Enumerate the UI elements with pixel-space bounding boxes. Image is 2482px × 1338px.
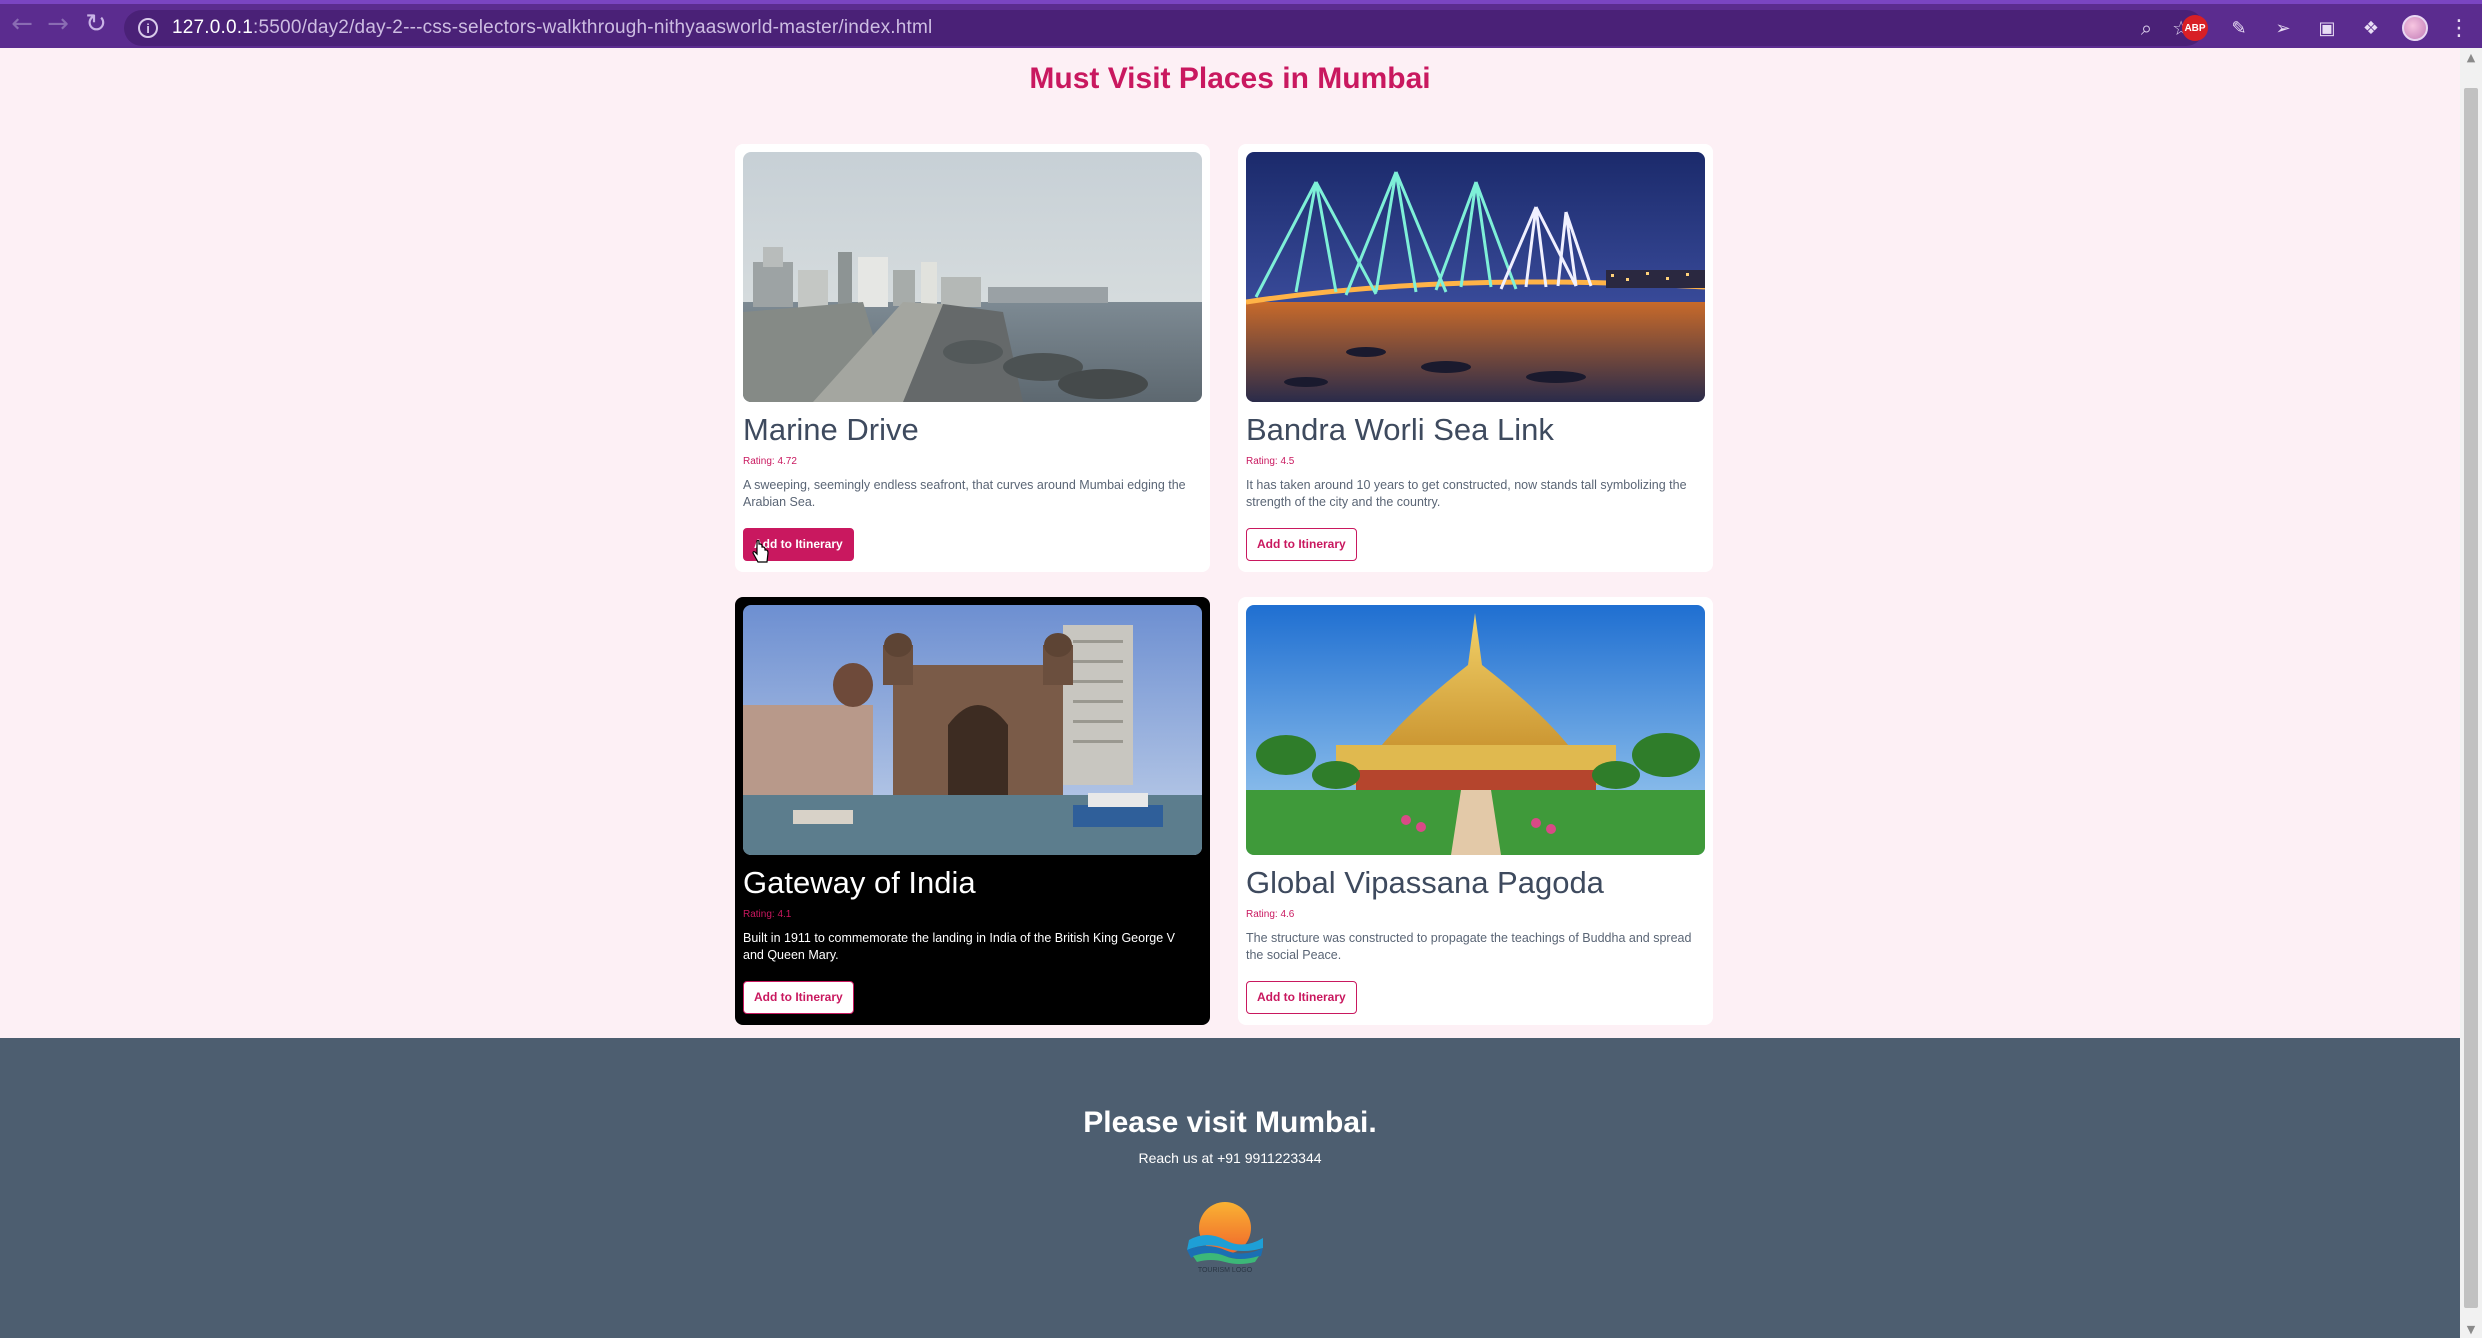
logo-text: TOURISM LOGO [1197, 1267, 1253, 1274]
footer: Please visit Mumbai. Reach us at +91 991… [0, 1038, 2460, 1338]
screenshot-extension-icon[interactable]: ▣ [2314, 15, 2340, 41]
card-description: The structure was constructed to propaga… [1246, 931, 1692, 962]
card-global-vipassana-pagoda: Global Vipassana Pagoda Rating: 4.6 The … [1238, 597, 1713, 1025]
scroll-up-icon[interactable]: ▲ [2460, 48, 2482, 66]
card-description: A sweeping, seemingly endless seafront, … [743, 478, 1186, 509]
page-scrollbar[interactable]: ▲ ▼ [2460, 48, 2482, 1338]
add-to-itinerary-button[interactable]: Add to Itinerary [1246, 981, 1357, 1014]
browser-menu-icon[interactable]: ⋮ [2446, 15, 2472, 41]
bandra-worli-image [1246, 152, 1705, 402]
pen-extension-icon[interactable]: ✎ [2226, 15, 2252, 41]
url-host: 127.0.0.1 [172, 17, 254, 38]
cursor-extension-icon[interactable]: ➢ [2270, 15, 2296, 41]
reload-icon[interactable]: ↻ [76, 4, 116, 44]
adblock-icon[interactable]: ABP [2182, 15, 2208, 41]
gateway-of-india-image [743, 605, 1202, 855]
forward-icon[interactable]: → [38, 4, 78, 44]
scroll-down-icon[interactable]: ▼ [2460, 1320, 2482, 1338]
address-bar[interactable]: i 127.0.0.1:5500/day2/day-2---css-select… [124, 10, 2204, 46]
page-content: Must Visit Places in Mumbai Marine Drive… [0, 48, 2460, 1338]
profile-avatar[interactable] [2402, 15, 2428, 41]
site-info-icon[interactable]: i [138, 18, 158, 38]
add-to-itinerary-button[interactable]: Add to Itinerary [1246, 528, 1357, 561]
card-title: Bandra Worli Sea Link [1246, 412, 1554, 447]
card-rating: Rating: 4.6 [1246, 909, 1295, 920]
card-rating: Rating: 4.5 [1246, 456, 1295, 467]
card-description: It has taken around 10 years to get cons… [1246, 478, 1687, 509]
card-bandra-worli-sea-link: Bandra Worli Sea Link Rating: 4.5 It has… [1238, 144, 1713, 572]
card-title: Gateway of India [743, 865, 976, 900]
zoom-icon[interactable]: ⌕ [2141, 16, 2152, 40]
footer-heading: Please visit Mumbai. [1083, 1106, 1377, 1139]
card-description: Built in 1911 to commemorate the landing… [743, 931, 1175, 962]
browser-toolbar: ← → ↻ i 127.0.0.1:5500/day2/day-2---css-… [0, 0, 2482, 48]
vipassana-pagoda-image [1246, 605, 1705, 855]
back-icon[interactable]: ← [2, 4, 42, 44]
card-rating: Rating: 4.72 [743, 456, 797, 467]
marine-drive-image [743, 152, 1202, 402]
url-text[interactable]: 127.0.0.1:5500/day2/day-2---css-selector… [172, 17, 932, 39]
card-gateway-of-india: Gateway of India Rating: 4.1 Built in 19… [735, 597, 1210, 1025]
card-rating: Rating: 4.1 [743, 909, 792, 920]
page-title: Must Visit Places in Mumbai [1029, 62, 1431, 95]
add-to-itinerary-button[interactable]: Add to Itinerary [743, 981, 854, 1014]
card-title: Marine Drive [743, 412, 919, 447]
url-path: :5500/day2/day-2---css-selectors-walkthr… [253, 17, 933, 38]
hand-cursor-icon [750, 539, 772, 566]
footer-contact: Reach us at +91 9911223344 [1138, 1150, 1322, 1166]
scroll-thumb[interactable] [2464, 88, 2478, 1308]
card-title: Global Vipassana Pagoda [1246, 865, 1604, 900]
extensions-puzzle-icon[interactable]: ❖ [2358, 15, 2384, 41]
card-marine-drive: Marine Drive Rating: 4.72 A sweeping, se… [735, 144, 1210, 572]
